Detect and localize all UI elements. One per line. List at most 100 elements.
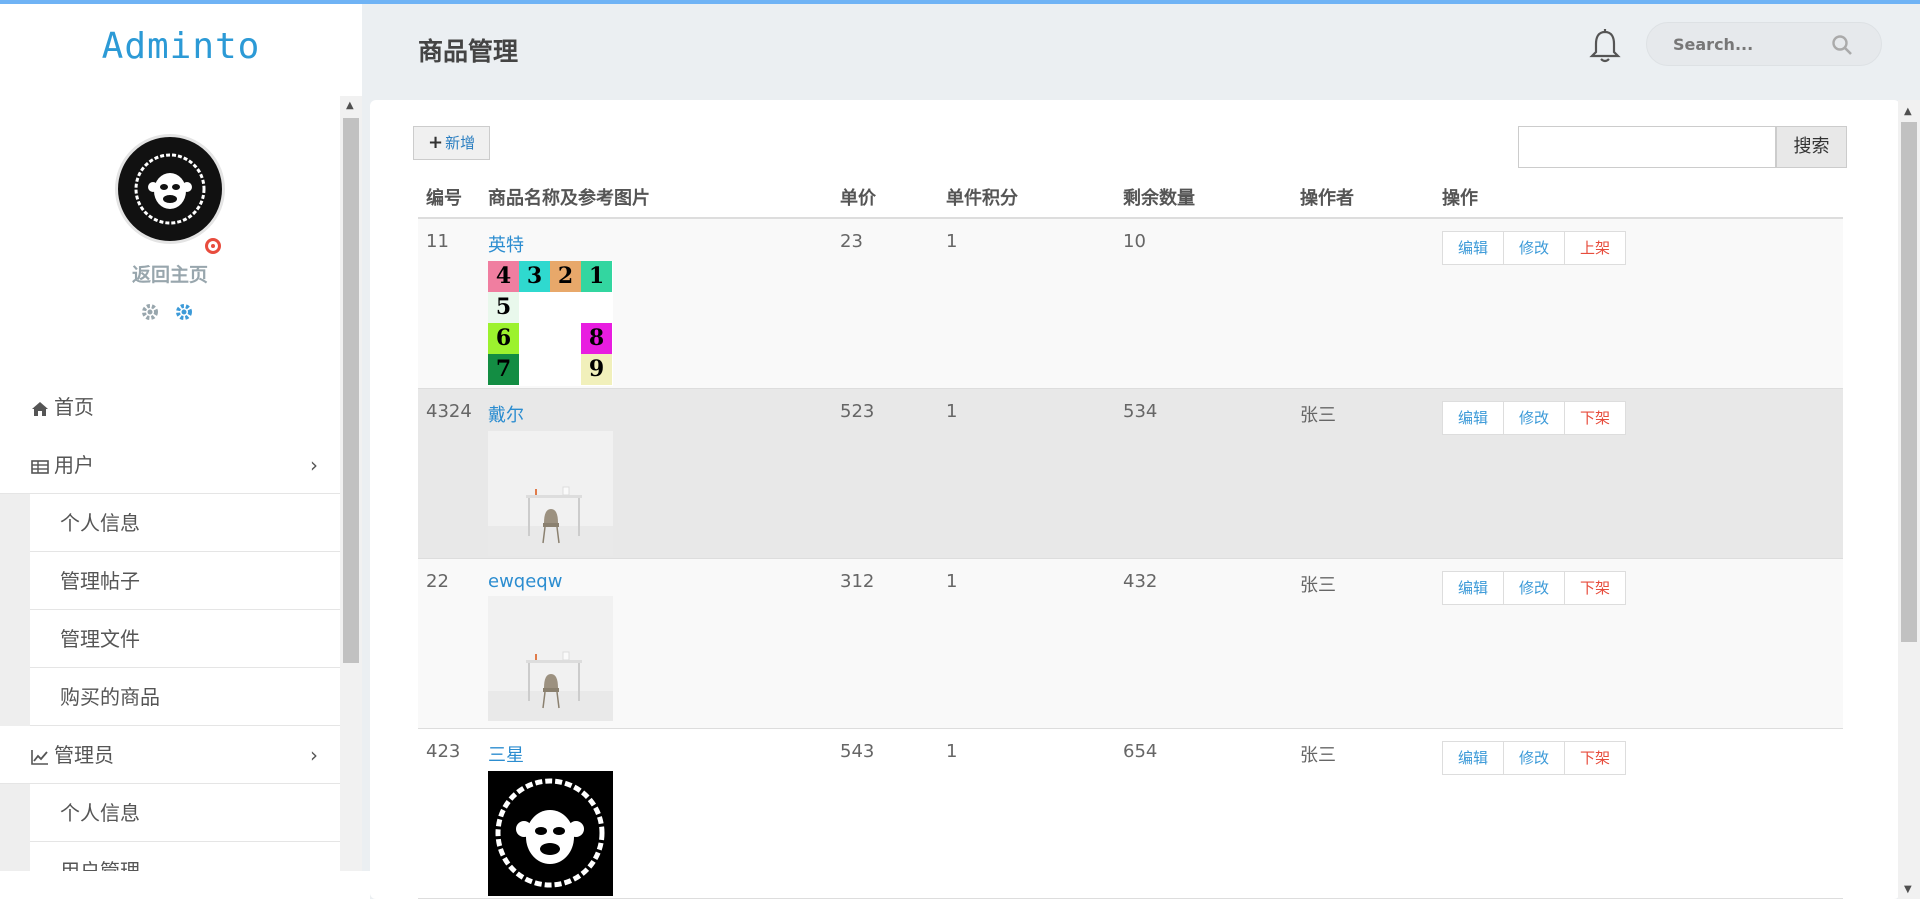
grid-cell: 4 — [488, 261, 519, 292]
sidebar-item-users[interactable]: 用户 › — [0, 436, 340, 494]
col-price: 单价 — [832, 176, 938, 219]
product-name-link[interactable]: ewqeqw — [488, 571, 832, 592]
table-header-row: 编号 商品名称及参考图片 单价 单件积分 剩余数量 操作者 操作 — [418, 176, 1843, 219]
chevron-right-icon: › — [310, 453, 318, 477]
add-button[interactable]: + 新增 — [413, 126, 491, 160]
grid-cell: 7 — [488, 354, 519, 385]
grid-cell: 8 — [581, 323, 612, 354]
sidebar-bottom-edge — [0, 871, 370, 899]
user-avatar[interactable] — [115, 134, 225, 254]
cell-price: 523 — [832, 388, 938, 559]
plus-icon: + — [428, 132, 444, 153]
sidebar-item-admin-profile[interactable]: 个人信息 — [30, 784, 340, 842]
edit-button[interactable]: 编辑 — [1442, 570, 1505, 605]
modify-button[interactable]: 修改 — [1503, 400, 1566, 435]
scroll-up-arrow-icon[interactable]: ▲ — [346, 100, 354, 111]
cell-price: 543 — [832, 728, 938, 899]
scroll-down-arrow-icon[interactable]: ▼ — [1904, 884, 1912, 895]
sidebar-menu: 首页 用户 › 个人信息 管理帖子 管理文件 购买的商品 管理员 › 个人信息 — [0, 378, 340, 899]
sidebar-item-label: 个人信息 — [60, 801, 140, 825]
cell-name: 三星 — [480, 728, 832, 899]
toggle-listing-button[interactable]: 下架 — [1564, 570, 1627, 605]
goods-search-input[interactable] — [1518, 126, 1776, 168]
avatar — [115, 134, 225, 244]
bell-icon[interactable] — [1588, 28, 1622, 64]
cell-stock: 10 — [1115, 218, 1292, 389]
cell-operator: 张三 — [1292, 388, 1434, 559]
cell-price: 23 — [832, 218, 938, 389]
product-name-link[interactable]: 三星 — [488, 741, 832, 767]
cell-points: 1 — [938, 388, 1115, 559]
sidebar-item-profile[interactable]: 个人信息 — [30, 494, 340, 552]
table-row: 4324 戴尔 523 1 534 张三 编辑 修改 下架 — [418, 388, 1843, 559]
search-icon[interactable] — [1831, 34, 1853, 56]
toggle-listing-button[interactable]: 上架 — [1564, 231, 1627, 265]
sidebar-item-admin[interactable]: 管理员 › — [0, 726, 340, 784]
add-button-label: 新增 — [445, 134, 476, 152]
col-stock: 剩余数量 — [1115, 176, 1292, 219]
table-icon — [31, 459, 49, 474]
goods-search-button[interactable]: 搜索 — [1776, 126, 1847, 168]
sidebar-item-home[interactable]: 首页 — [0, 378, 340, 436]
product-image: 4 3 2 1 5 6 8 7 9 — [488, 261, 613, 386]
desk-photo-image — [488, 430, 613, 556]
toggle-listing-button[interactable]: 下架 — [1564, 400, 1627, 435]
desk-photo-image — [488, 595, 613, 721]
users-submenu: 个人信息 管理帖子 管理文件 购买的商品 — [0, 494, 340, 726]
col-id: 编号 — [418, 176, 480, 219]
sidebar-item-label: 用户 — [54, 453, 94, 477]
edit-button[interactable]: 编辑 — [1442, 231, 1505, 265]
grid-cell: 3 — [519, 261, 550, 292]
sidebar-item-manage-files[interactable]: 管理文件 — [30, 610, 340, 668]
global-search — [1646, 22, 1882, 66]
modify-button[interactable]: 修改 — [1503, 231, 1566, 265]
cell-name: ewqeqw — [480, 558, 832, 729]
cell-points: 1 — [938, 218, 1115, 389]
main-scroll-thumb[interactable] — [1901, 122, 1917, 642]
sidebar-item-manage-posts[interactable]: 管理帖子 — [30, 552, 340, 610]
sidebar-scroll-thumb[interactable] — [343, 118, 359, 663]
chevron-right-icon: › — [310, 743, 318, 767]
sidebar-item-label: 首页 — [54, 395, 94, 419]
cell-points: 1 — [938, 558, 1115, 729]
settings-gear-icon[interactable] — [174, 302, 194, 322]
grid-cell: 9 — [581, 354, 612, 385]
col-points: 单件积分 — [938, 176, 1115, 219]
sidebar-item-purchased-goods[interactable]: 购买的商品 — [30, 668, 340, 726]
app-logo[interactable]: Adminto — [0, 26, 362, 67]
modify-button[interactable]: 修改 — [1503, 740, 1566, 775]
modify-button[interactable]: 修改 — [1503, 570, 1566, 605]
sidebar-item-label: 管理帖子 — [60, 569, 140, 593]
cell-points: 1 — [938, 728, 1115, 899]
line-chart-icon — [31, 749, 48, 765]
edit-button[interactable]: 编辑 — [1442, 400, 1505, 435]
product-name-link[interactable]: 戴尔 — [488, 401, 832, 427]
cell-name: 戴尔 — [480, 388, 832, 559]
page-title: 商品管理 — [418, 37, 519, 66]
col-operator: 操作者 — [1292, 176, 1434, 219]
sidebar-actions — [140, 302, 194, 322]
cell-stock: 432 — [1115, 558, 1292, 729]
global-search-input[interactable] — [1647, 23, 1817, 65]
grid-cell: 2 — [550, 261, 581, 292]
gear-icon[interactable] — [140, 302, 160, 322]
table-row: 22 ewqeqw 312 1 432 张三 编辑 修改 下架 — [418, 558, 1843, 729]
toggle-listing-button[interactable]: 下架 — [1564, 740, 1627, 775]
sidebar-item-label: 管理文件 — [60, 627, 140, 651]
edit-button[interactable]: 编辑 — [1442, 740, 1505, 775]
main-scrollbar[interactable]: ▲ ▼ — [1898, 100, 1920, 899]
grid-cell: 1 — [581, 261, 612, 292]
sidebar-item-label: 管理员 — [54, 743, 114, 767]
product-name-link[interactable]: 英特 — [488, 231, 832, 257]
cell-id: 4324 — [418, 388, 480, 559]
monkey-logo-icon — [134, 153, 206, 225]
col-name: 商品名称及参考图片 — [480, 176, 832, 219]
table-row: 423 三星 543 1 654 张三 编辑 修改 下架 — [418, 728, 1843, 899]
grid-cell: 5 — [488, 292, 519, 323]
goods-table: 编号 商品名称及参考图片 单价 单件积分 剩余数量 操作者 操作 11 英特 4… — [418, 176, 1843, 899]
grid-cell: 6 — [488, 323, 519, 354]
cell-price: 312 — [832, 558, 938, 729]
scroll-up-arrow-icon[interactable]: ▲ — [1904, 106, 1912, 117]
return-home-link[interactable]: 返回主页 — [0, 260, 340, 287]
sidebar-scrollbar[interactable]: ▲ — [340, 96, 362, 876]
